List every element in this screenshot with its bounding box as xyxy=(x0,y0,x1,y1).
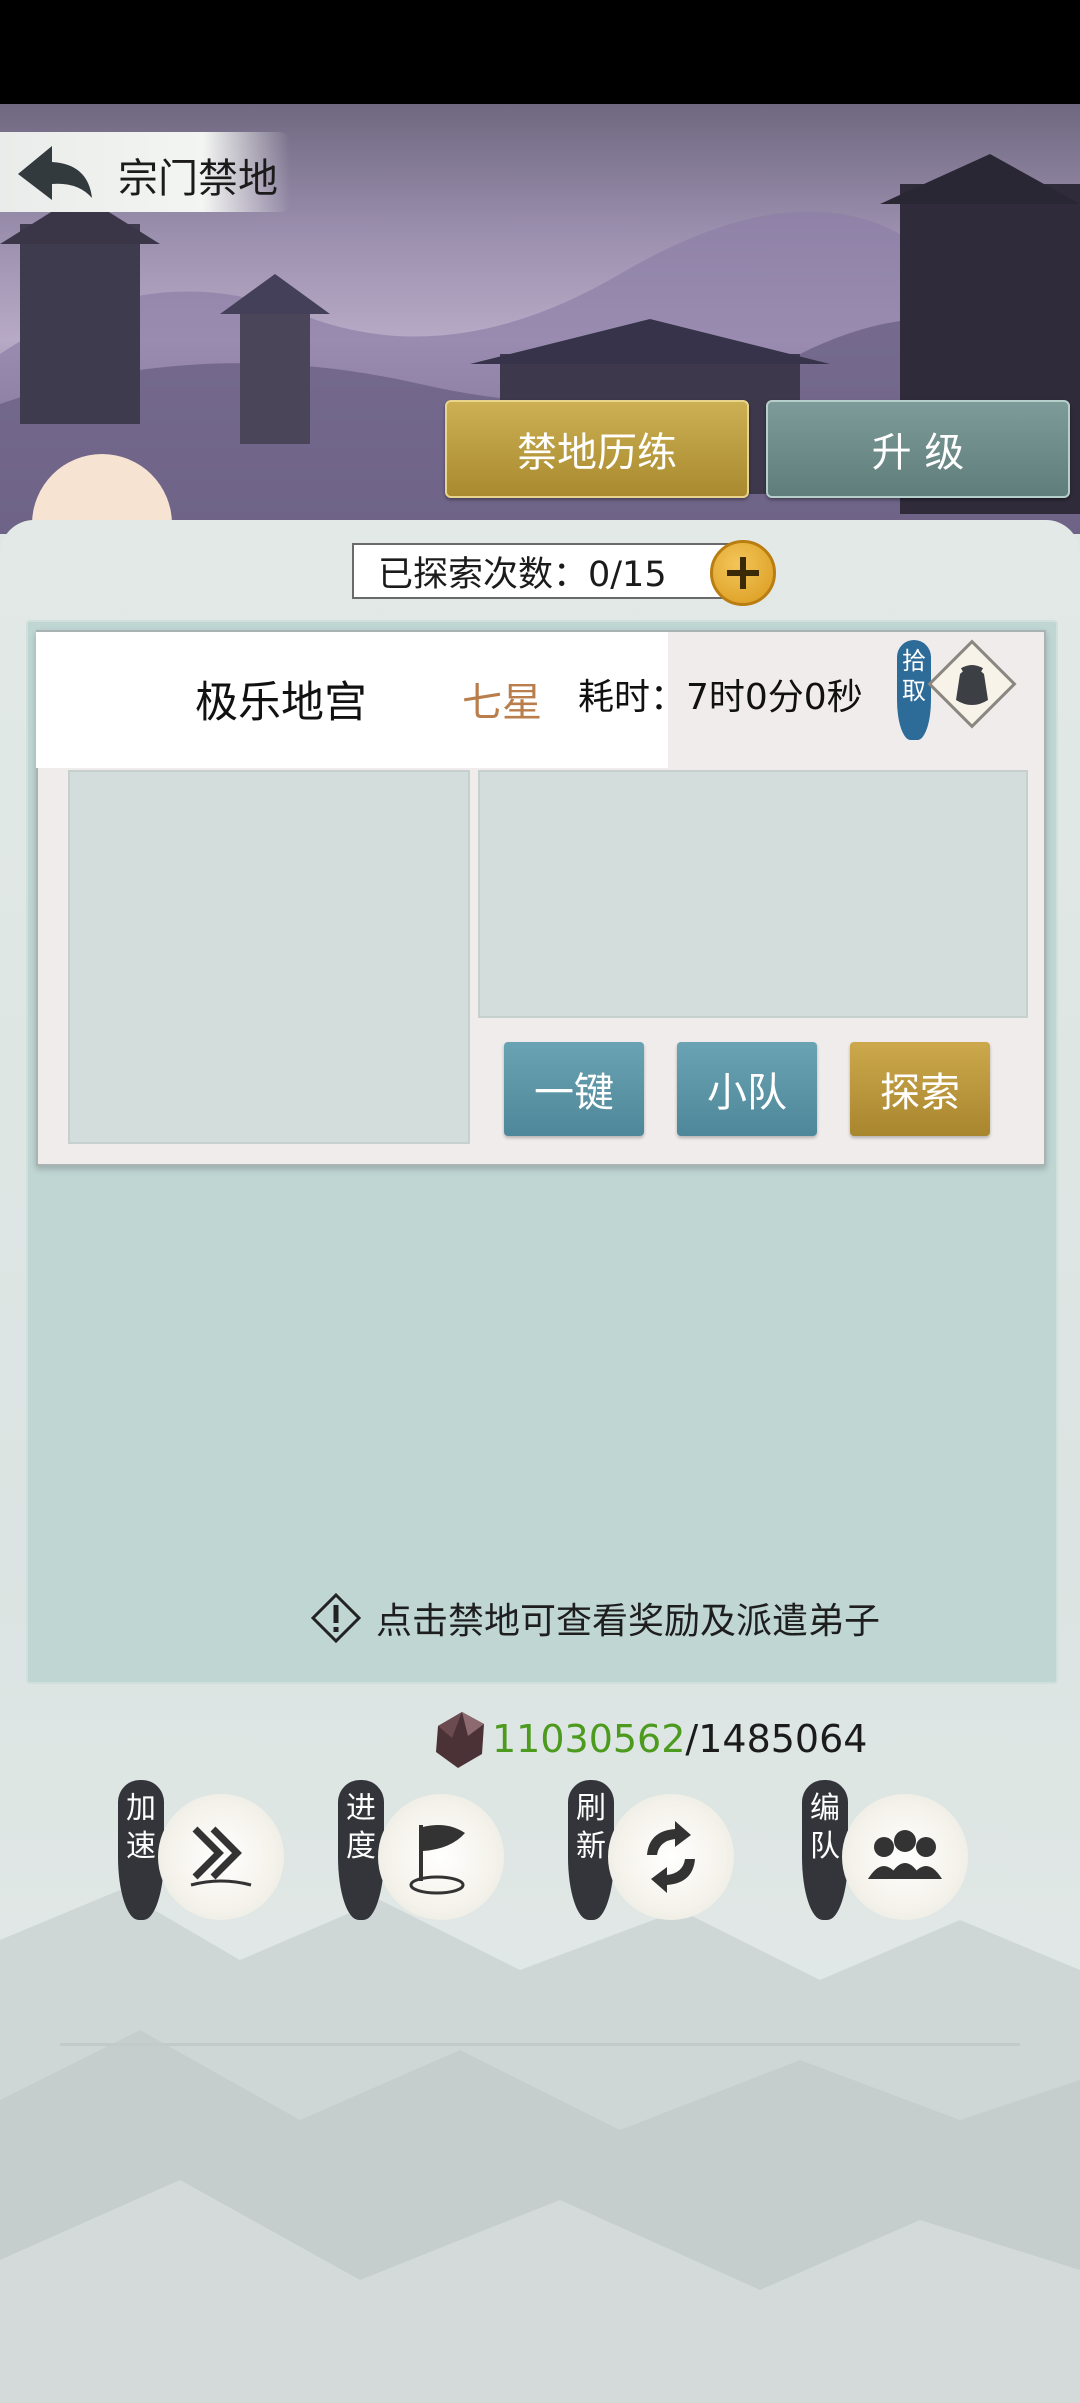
plus-icon xyxy=(727,557,759,589)
explore-count: 已探索次数：0/15 xyxy=(352,543,742,599)
hint-text: 点击禁地可查看奖励及派遣弟子 xyxy=(376,1601,881,1642)
progress-button[interactable]: 进度 xyxy=(338,1780,504,1930)
resource-counter: 11030562 /1485064 xyxy=(428,1706,867,1772)
add-explore-button[interactable] xyxy=(710,540,776,606)
tab-trial[interactable]: 禁地历练 xyxy=(445,400,749,498)
formation-label: 编队 xyxy=(802,1780,848,1920)
status-bar xyxy=(0,0,1080,104)
formation-button[interactable]: 编队 xyxy=(802,1780,968,1930)
team-icon xyxy=(842,1794,968,1920)
back-arrow-icon xyxy=(18,146,92,200)
warning-icon xyxy=(310,1592,362,1644)
decorative-divider xyxy=(60,2043,1020,2046)
disciple-slot[interactable] xyxy=(478,770,1028,1018)
back-button[interactable] xyxy=(12,140,100,206)
page-title: 宗门禁地 xyxy=(118,156,278,202)
explore-duration: 耗时：7时0分0秒 xyxy=(578,677,863,718)
land-rank: 七星 xyxy=(462,680,542,726)
ore-icon xyxy=(436,1712,484,1768)
reward-bag-icon xyxy=(927,639,1017,729)
speed-icon xyxy=(158,1794,284,1920)
refresh-button[interactable]: 刷新 xyxy=(568,1780,734,1930)
refresh-icon xyxy=(608,1794,734,1920)
reward-slot[interactable] xyxy=(68,770,470,1144)
progress-label: 进度 xyxy=(338,1780,384,1920)
mountain-backdrop xyxy=(0,1890,1080,2403)
tab-upgrade[interactable]: 升 级 xyxy=(766,400,1070,498)
refresh-label: 刷新 xyxy=(568,1780,614,1920)
squad-button[interactable]: 小队 xyxy=(677,1042,817,1136)
speed-up-button[interactable]: 加速 xyxy=(118,1780,284,1930)
resource-need: /1485064 xyxy=(685,1717,868,1761)
explore-button[interactable]: 探索 xyxy=(850,1042,990,1136)
land-name: 极乐地宫 xyxy=(195,678,367,728)
hint: 点击禁地可查看奖励及派遣弟子 xyxy=(310,1592,880,1644)
resource-have: 11030562 xyxy=(492,1717,686,1761)
pick-reward-button[interactable] xyxy=(922,634,1022,734)
one-key-button[interactable]: 一键 xyxy=(504,1042,644,1136)
flag-icon xyxy=(378,1794,504,1920)
speed-up-label: 加速 xyxy=(118,1780,164,1920)
